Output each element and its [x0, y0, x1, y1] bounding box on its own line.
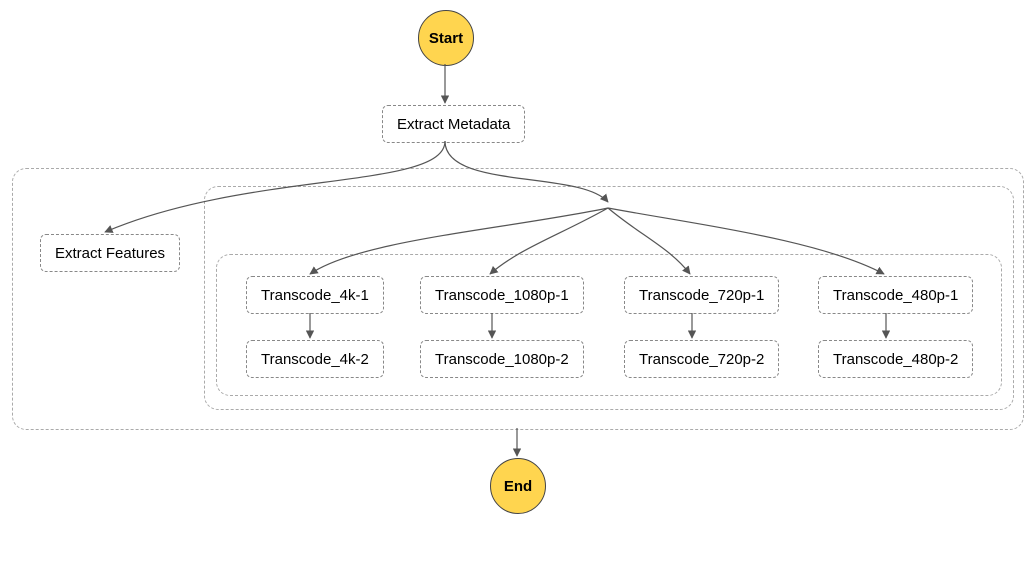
transcode-4k-2-node: Transcode_4k-2: [246, 340, 384, 378]
transcode-720p-2-node: Transcode_720p-2: [624, 340, 779, 378]
start-node: Start: [418, 10, 474, 66]
transcode-720p-1-node: Transcode_720p-1: [624, 276, 779, 314]
transcode-1080p-1-node: Transcode_1080p-1: [420, 276, 584, 314]
flow-diagram: Start Extract Metadata Extract Features …: [0, 0, 1034, 572]
extract-features-node: Extract Features: [40, 234, 180, 272]
transcode-480p-2-node: Transcode_480p-2: [818, 340, 973, 378]
end-node: End: [490, 458, 546, 514]
transcode-4k-1-node: Transcode_4k-1: [246, 276, 384, 314]
transcode-480p-1-node: Transcode_480p-1: [818, 276, 973, 314]
transcode-1080p-2-node: Transcode_1080p-2: [420, 340, 584, 378]
extract-metadata-node: Extract Metadata: [382, 105, 525, 143]
